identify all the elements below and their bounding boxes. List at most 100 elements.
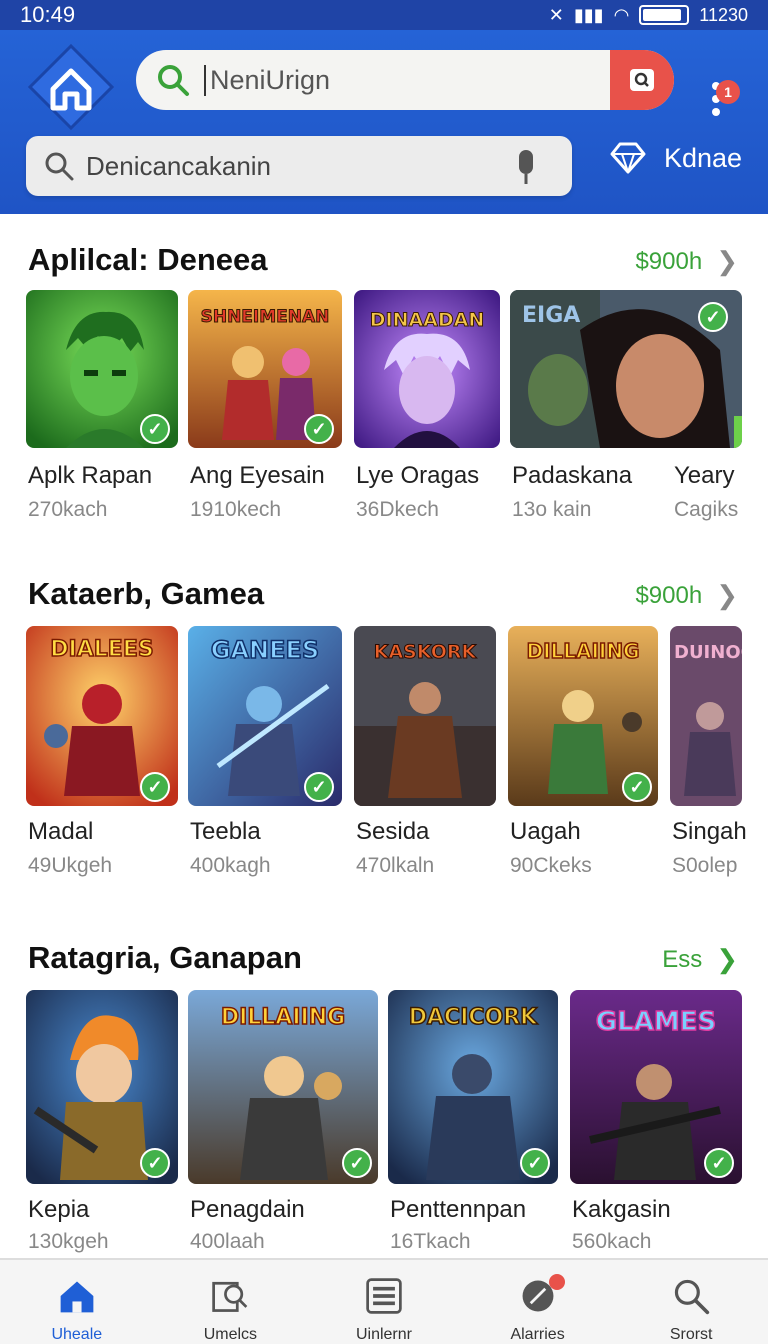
app-title: Lye Oragas xyxy=(356,462,480,489)
game-subtitle: 16Tkach xyxy=(390,1230,471,1253)
app-subtitle: 13o kain xyxy=(512,498,592,521)
search-icon xyxy=(158,65,189,96)
game-title: Kepia xyxy=(28,1196,90,1223)
signal-icon: ▮▮▮ xyxy=(573,4,604,25)
game-subtitle: 130kgeh xyxy=(28,1230,109,1253)
svg-text:EIGA: EIGA xyxy=(522,303,580,328)
game-subtitle: S0olep xyxy=(672,854,738,877)
secondary-search-bar[interactable]: Denicancakanin xyxy=(26,136,572,196)
nav-home[interactable]: Uheale xyxy=(0,1260,154,1344)
installed-check-icon: ✓ xyxy=(304,772,334,802)
home-logo-icon xyxy=(27,43,115,131)
app-title: Padaskana xyxy=(512,462,633,489)
kdnae-button[interactable]: Kdnae xyxy=(610,142,742,174)
nav-label: Uheale xyxy=(51,1326,103,1343)
svg-text:DINAADAN: DINAADAN xyxy=(370,309,485,331)
notification-badge: 1 xyxy=(716,80,740,104)
game-title: Kakgasin xyxy=(572,1196,671,1223)
app-screen: 10:49 ✕ ▮▮▮ ◠ 11230 NeniUrign 1 Denicanc… xyxy=(0,0,768,1344)
svg-text:KASKORK: KASKORK xyxy=(374,641,478,663)
battery-icon xyxy=(639,5,690,25)
nav-label: Srorst xyxy=(669,1326,713,1343)
chevron-right-icon: ❯ xyxy=(716,246,738,276)
search-submit-button[interactable] xyxy=(610,50,674,110)
app-thumbnail: DINAADAN xyxy=(354,290,500,448)
nav-label: Uinlernr xyxy=(355,1326,412,1343)
svg-text:DILLAIING: DILLAIING xyxy=(221,1005,345,1030)
nav-apps[interactable]: Umelcs xyxy=(154,1260,308,1344)
section-more-label: $900h xyxy=(635,247,703,275)
nav-label: Umelcs xyxy=(203,1326,258,1343)
alarm-badge xyxy=(548,1274,565,1290)
game-title: Madal xyxy=(28,818,94,845)
home-icon xyxy=(60,1281,94,1313)
installed-check-icon: ✓ xyxy=(304,414,334,444)
wifi-icon: ◠ xyxy=(613,4,630,25)
svg-text:DILLAIING: DILLAIING xyxy=(526,639,639,663)
installed-check-icon: ✓ xyxy=(140,772,170,802)
search-icon xyxy=(675,1279,710,1315)
section-see-more-link[interactable]: $900h ❯ xyxy=(635,580,738,611)
installed-check-icon: ✓ xyxy=(520,1148,550,1178)
chevron-right-icon: ❯ xyxy=(716,944,738,974)
game-subtitle: 90Ckeks xyxy=(510,854,592,877)
app-title: Yeary xyxy=(674,462,735,489)
nav-alarms[interactable]: Alarries xyxy=(461,1260,615,1344)
section-title: Ratagria, Ganapan xyxy=(28,940,302,975)
status-icons: ✕ ▮▮▮ ◠ 11230 xyxy=(549,5,748,26)
svg-text:SHNEIMENAN: SHNEIMENAN xyxy=(201,307,330,327)
list-icon xyxy=(366,1278,402,1314)
header: NeniUrign 1 Denicancakanin Kdnae xyxy=(0,30,768,214)
nav-label: Alarries xyxy=(510,1326,565,1343)
status-right-time: 11230 xyxy=(699,4,748,25)
installed-check-icon: ✓ xyxy=(140,1148,170,1178)
game-title: Sesida xyxy=(356,818,430,845)
game-title: Teebla xyxy=(190,818,261,845)
search-bar[interactable]: NeniUrign xyxy=(136,50,674,110)
app-subtitle: 270kach xyxy=(28,498,108,521)
game-title: Penagdain xyxy=(190,1196,305,1223)
search-input[interactable]: NeniUrign xyxy=(204,64,330,96)
section-more-label: $900h xyxy=(635,581,703,609)
mute-icon: ✕ xyxy=(548,4,564,25)
app-subtitle: Cagiks xyxy=(674,498,739,521)
game-subtitle: 470lkaln xyxy=(356,854,435,877)
app-title: Aplk Rapan xyxy=(28,462,153,489)
apps-search-icon xyxy=(212,1281,248,1312)
section-title: Aplilcal: Deneea xyxy=(28,242,268,277)
game-subtitle: 400laah xyxy=(190,1230,265,1253)
svg-text:DIALEES: DIALEES xyxy=(50,637,153,662)
bottom-navigation: Uheale Umelcs Uinlernr Alarries Srorst xyxy=(0,1258,768,1344)
svg-text:DUINOC: DUINOC xyxy=(674,642,742,663)
installed-check-icon: ✓ xyxy=(140,414,170,444)
app-title: Ang Eyesain xyxy=(190,462,325,489)
search-icon xyxy=(45,152,74,181)
nav-list[interactable]: Uinlernr xyxy=(307,1260,461,1344)
game-title: Uagah xyxy=(510,818,581,845)
svg-text:GANEES: GANEES xyxy=(211,636,319,664)
installed-check-icon: ✓ xyxy=(342,1148,372,1178)
home-logo-button[interactable] xyxy=(26,42,116,132)
section-see-more-link[interactable]: Ess ❯ xyxy=(662,944,738,975)
secondary-search-input[interactable]: Denicancakanin xyxy=(86,151,271,182)
svg-text:GLAMES: GLAMES xyxy=(596,1007,716,1037)
game-title: Penttennpan xyxy=(390,1196,527,1223)
diamond-icon xyxy=(610,142,646,174)
game-title: Singah xyxy=(672,818,747,845)
kdnae-label: Kdnae xyxy=(664,142,743,173)
microphone-icon[interactable] xyxy=(514,150,538,184)
game-subtitle: 400kagh xyxy=(190,854,271,877)
section-more-label: Ess xyxy=(662,945,703,973)
app-subtitle: 36Dkech xyxy=(356,498,439,521)
game-thumbnail: DUINOC xyxy=(670,626,742,806)
installed-check-icon: ✓ xyxy=(698,302,728,332)
section-see-more-link[interactable]: $900h ❯ xyxy=(635,246,738,277)
chevron-right-icon: ❯ xyxy=(716,580,738,610)
status-time: 10:49 xyxy=(20,2,76,27)
game-thumbnail: KASKORK xyxy=(354,626,496,806)
nav-search[interactable]: Srorst xyxy=(614,1260,768,1344)
status-bar: 10:49 ✕ ▮▮▮ ◠ 11230 xyxy=(0,0,768,30)
game-subtitle: 49Ukgeh xyxy=(28,854,113,877)
app-subtitle: 1910kech xyxy=(190,498,282,521)
installed-check-icon: ✓ xyxy=(622,772,652,802)
